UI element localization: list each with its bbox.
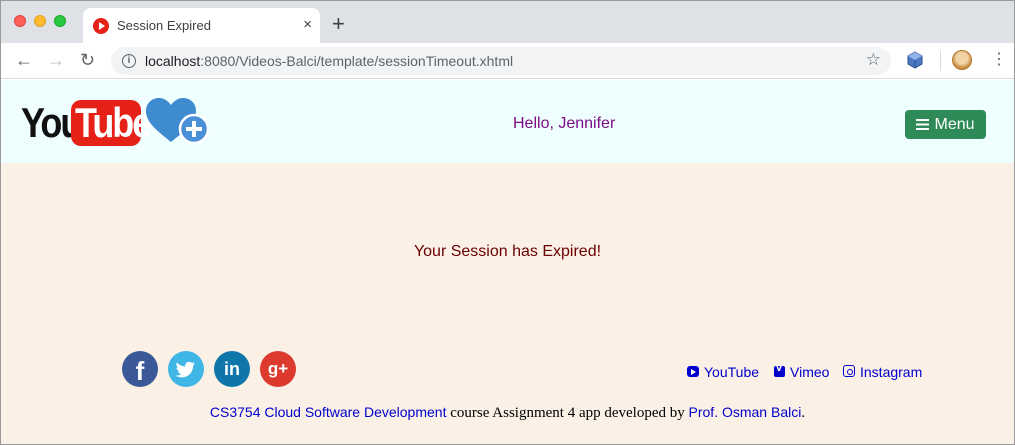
googleplus-glyph: g+ xyxy=(267,359,289,378)
linkedin-icon[interactable]: in xyxy=(214,351,250,387)
close-window-button[interactable] xyxy=(14,15,26,27)
instagram-link[interactable]: Instagram xyxy=(843,364,922,380)
youtube-logo[interactable]: You Tube xyxy=(21,99,152,146)
instagram-link-label: Instagram xyxy=(860,364,923,380)
youtube-link-label: YouTube xyxy=(704,364,760,380)
vimeo-link-label: Vimeo xyxy=(790,364,830,380)
course-link[interactable]: CS3754 Cloud Software Development xyxy=(210,404,447,420)
logo-tube-box: Tube xyxy=(71,99,152,146)
profile-avatar[interactable] xyxy=(952,50,972,70)
vimeo-link[interactable]: Vimeo xyxy=(774,362,830,380)
browser-menu-icon[interactable]: ⋮ xyxy=(991,51,1007,69)
info-icon[interactable]: i xyxy=(122,54,136,68)
vimeo-icon xyxy=(774,362,785,377)
youtube-link[interactable]: YouTube xyxy=(687,364,759,380)
facebook-icon[interactable]: f xyxy=(122,351,158,387)
browser-toolbar: ← → ↻ i localhost:8080/Videos-Balci/temp… xyxy=(1,43,1014,79)
credits-middle-text: course Assignment 4 app developed by xyxy=(446,405,689,421)
greeting-text: Hello, Jennifer xyxy=(513,115,616,132)
credits-end: . xyxy=(801,405,806,421)
back-button[interactable]: ← xyxy=(15,49,33,71)
googleplus-icon[interactable]: g+ xyxy=(260,351,296,387)
site-header: You Tube Hello, Jennifer Menu xyxy=(1,80,1014,163)
browser-window: Session Expired × + ← → ↻ i localhost:80… xyxy=(0,0,1015,445)
session-expired-message: Your Session has Expired! xyxy=(413,243,602,260)
tab-close-icon[interactable]: × xyxy=(303,16,312,34)
url-host: localhost xyxy=(145,53,201,69)
facebook-glyph: f xyxy=(135,356,145,386)
maximize-window-button[interactable] xyxy=(54,15,66,27)
url-text[interactable]: localhost:8080/Videos-Balci/template/ses… xyxy=(145,53,513,69)
new-tab-button[interactable]: + xyxy=(332,13,345,35)
linkedin-glyph: in xyxy=(224,359,240,379)
logo-tube-text: Tube xyxy=(75,98,152,146)
forward-button[interactable]: → xyxy=(47,49,65,71)
youtube-favicon-icon xyxy=(93,18,109,34)
toolbar-divider xyxy=(940,51,941,71)
reload-button[interactable]: ↻ xyxy=(80,49,95,71)
address-bar[interactable]: i localhost:8080/Videos-Balci/template/s… xyxy=(111,47,891,75)
twitter-icon[interactable] xyxy=(168,351,204,387)
hamburger-icon xyxy=(916,119,930,130)
menu-label: Menu xyxy=(934,116,975,133)
instagram-icon xyxy=(843,365,855,377)
author-link[interactable]: Prof. Osman Balci xyxy=(689,404,802,420)
menu-button[interactable]: Menu xyxy=(905,110,986,139)
footer-credits: CS3754 Cloud Software Development course… xyxy=(1,404,1014,422)
tab-title: Session Expired xyxy=(117,18,211,33)
url-path: :8080/Videos-Balci/template/sessionTimeo… xyxy=(200,53,514,69)
tab-strip: Session Expired × + xyxy=(1,1,1014,43)
heart-plus-icon[interactable] xyxy=(144,96,212,146)
extension-icon[interactable] xyxy=(906,51,924,69)
tab-session-expired[interactable]: Session Expired × xyxy=(83,8,320,43)
twitter-bird-glyph xyxy=(175,361,195,378)
minimize-window-button[interactable] xyxy=(34,15,46,27)
youtube-icon xyxy=(687,366,699,377)
bookmark-star-icon[interactable]: ☆ xyxy=(866,50,881,70)
page-content: You Tube Hello, Jennifer Menu Your Sessi… xyxy=(1,80,1014,444)
